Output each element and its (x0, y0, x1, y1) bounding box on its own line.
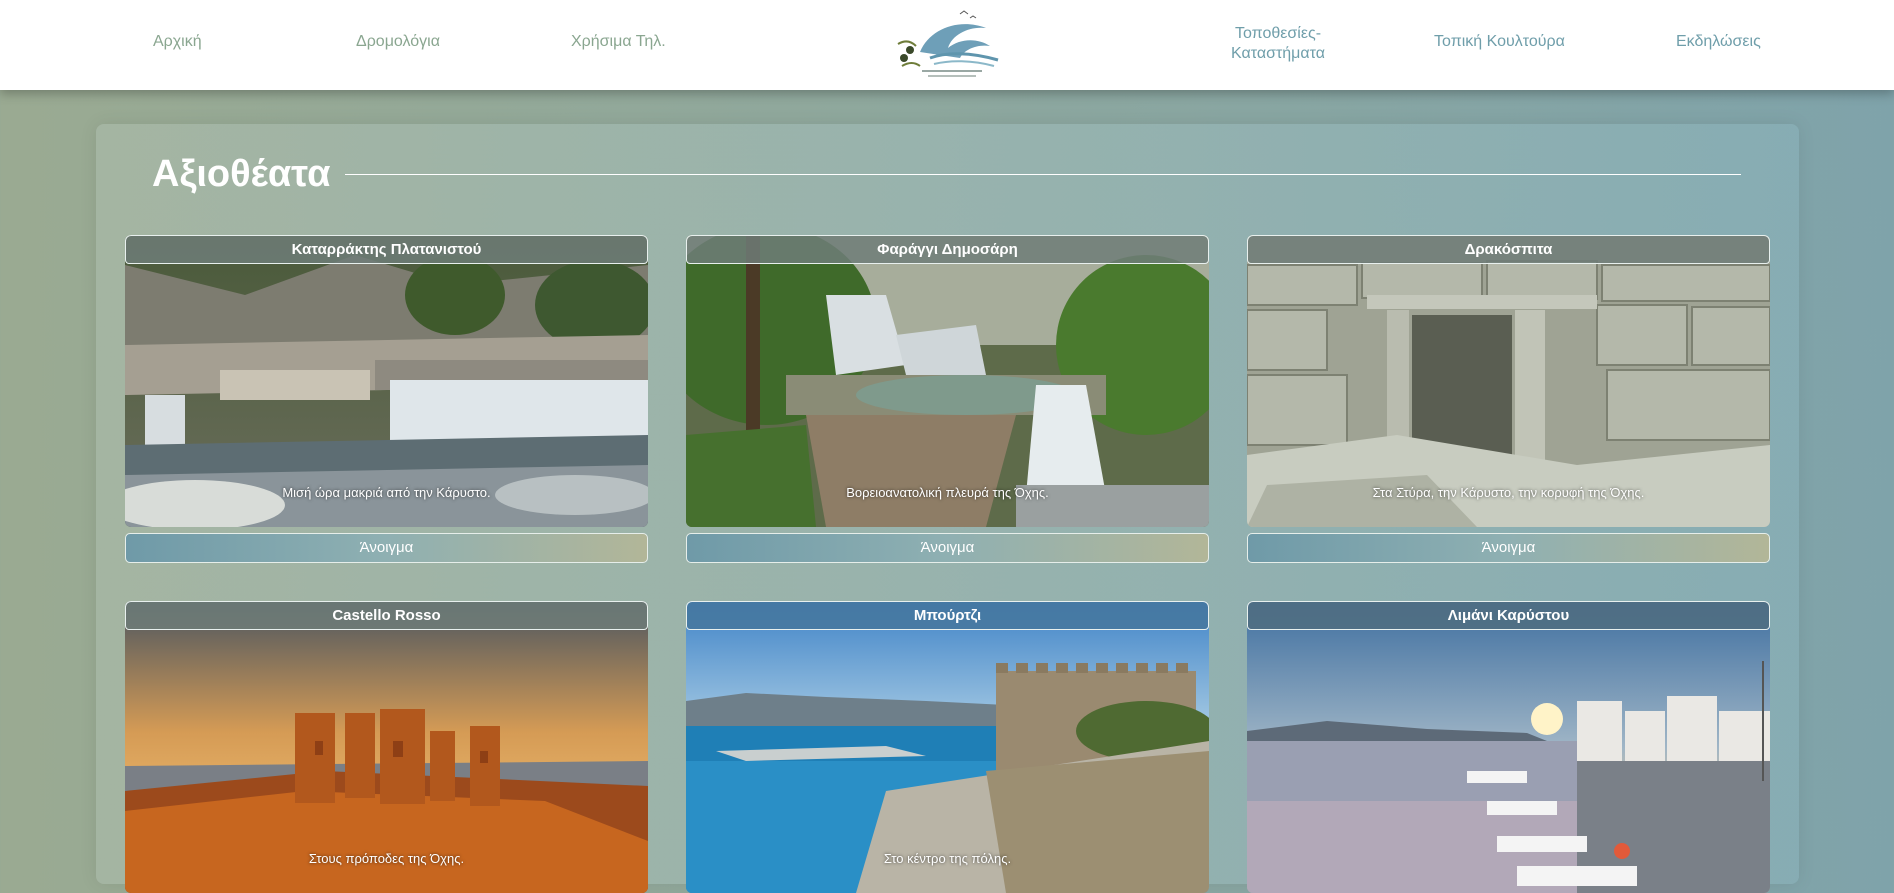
card-title: Δρακόσπιτα (1247, 235, 1770, 264)
open-button[interactable]: Άνοιγμα (1247, 533, 1770, 563)
attraction-card: Castello Rosso Στους πρόποδες της Όχης. (125, 601, 648, 893)
attraction-card: Λιμάνι Καρύστου (1247, 601, 1770, 893)
title-divider (345, 174, 1741, 175)
card-title: Καταρράκτης Πλατανιστού (125, 235, 648, 264)
card-title: Λιμάνι Καρύστου (1247, 601, 1770, 630)
card-caption: Στα Στύρα, την Κάρυστο, την κορυφή της Ό… (1372, 485, 1645, 500)
waterfall-cascade-image[interactable] (125, 235, 648, 527)
open-button[interactable]: Άνοιγμα (686, 533, 1209, 563)
nav-routes[interactable]: Δρομολόγια (356, 33, 440, 51)
card-caption: Μισή ώρα μακριά από την Κάρυστο. (282, 485, 491, 500)
attraction-card: Καταρράκτης Πλατανιστού Μισή ώρα μακριά … (125, 235, 648, 563)
site-logo[interactable] (890, 8, 1006, 82)
attraction-card: Μπούρτζι Στο κέντρο της πόλης. (686, 601, 1209, 893)
card-caption: Στο κέντρο της πόλης. (883, 851, 1012, 866)
harbor-sunset-image[interactable] (1247, 601, 1770, 893)
nav-home[interactable]: Αρχική (153, 33, 202, 51)
open-button[interactable]: Άνοιγμα (125, 533, 648, 563)
card-title: Μπούρτζι (686, 601, 1209, 630)
section-title: Αξιοθέατα (152, 153, 331, 195)
top-navigation-bar: Αρχική Δρομολόγια Χρήσιμα Τηλ. Τοποθεσίε… (0, 0, 1894, 90)
nav-locations-shops[interactable]: Τοποθεσίες-Καταστήματα (1218, 24, 1338, 64)
nav-useful-phones[interactable]: Χρήσιμα Τηλ. (571, 33, 666, 51)
stone-house-image[interactable] (1247, 235, 1770, 527)
card-caption: Στους πρόποδες της Όχης. (308, 851, 465, 866)
attraction-card: Φαράγγι Δημοσάρη Βορειοανατολική πλευρά … (686, 235, 1209, 563)
nav-events[interactable]: Εκδηλώσεις (1676, 33, 1761, 51)
gorge-waterfall-image[interactable] (686, 235, 1209, 527)
tower-by-sea-image[interactable] (686, 601, 1209, 893)
card-title: Castello Rosso (125, 601, 648, 630)
attraction-card: Δρακόσπιτα Στα Στύρα, την Κάρυστο, την κ… (1247, 235, 1770, 563)
card-title: Φαράγγι Δημοσάρη (686, 235, 1209, 264)
nav-local-culture[interactable]: Τοπική Κουλτούρα (1434, 33, 1565, 51)
card-caption: Βορειοανατολική πλευρά της Όχης. (846, 485, 1049, 500)
logo-wave-icon (897, 10, 999, 77)
castle-ruins-sunset-image[interactable] (125, 601, 648, 893)
